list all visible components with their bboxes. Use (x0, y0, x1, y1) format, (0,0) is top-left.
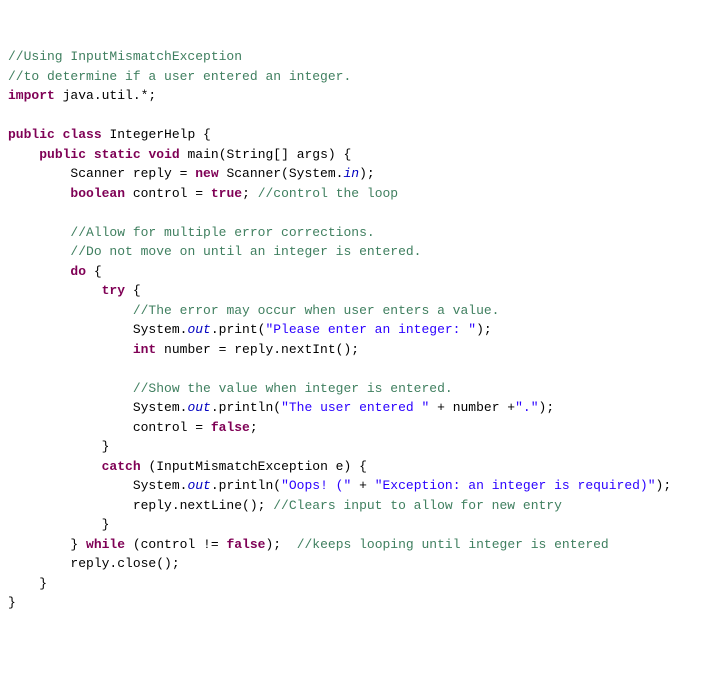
code-text: { (86, 264, 102, 279)
keyword-new: new (195, 166, 218, 181)
code-text: ); (656, 478, 672, 493)
code-text: .println( (211, 478, 281, 493)
code-text: ); (265, 537, 296, 552)
code-text: reply.close(); (8, 556, 180, 571)
keyword-true: true (211, 186, 242, 201)
code-text: number = reply.nextInt(); (156, 342, 359, 357)
keyword-catch: catch (102, 459, 141, 474)
static-field-out: out (187, 478, 210, 493)
code-text: + (351, 478, 374, 493)
code-text: control = (125, 186, 211, 201)
code-text: } (8, 537, 86, 552)
keyword-class: class (63, 127, 102, 142)
code-text: Scanner reply = (8, 166, 195, 181)
static-field-out: out (187, 400, 210, 415)
code-block: //Using InputMismatchException //to dete… (8, 47, 698, 613)
code-text: java.util.*; (55, 88, 156, 103)
keyword-public: public (8, 127, 55, 142)
comment-line: //Allow for multiple error corrections. (70, 225, 374, 240)
comment-line: //The error may occur when user enters a… (133, 303, 500, 318)
keyword-do: do (70, 264, 86, 279)
static-field-in: in (343, 166, 359, 181)
code-text: } (8, 576, 47, 591)
string-literal: "Please enter an integer: " (265, 322, 476, 337)
keyword-int: int (133, 342, 156, 357)
code-text: System. (8, 400, 187, 415)
keyword-false: false (211, 420, 250, 435)
code-text: (control != (125, 537, 226, 552)
string-literal: "Oops! (" (281, 478, 351, 493)
code-text: control = (8, 420, 211, 435)
code-text: { (125, 283, 141, 298)
code-text: ); (539, 400, 555, 415)
code-text: reply.nextLine(); (8, 498, 273, 513)
static-field-out: out (187, 322, 210, 337)
code-text: } (8, 517, 109, 532)
string-literal: "The user entered " (281, 400, 429, 415)
code-text: } (8, 439, 109, 454)
code-text: ; (242, 186, 258, 201)
keyword-void: void (148, 147, 179, 162)
code-text: (InputMismatchException e) { (141, 459, 367, 474)
comment-line: //Do not move on until an integer is ent… (70, 244, 421, 259)
code-text: .print( (211, 322, 266, 337)
keyword-import: import (8, 88, 55, 103)
code-text: .println( (211, 400, 281, 415)
string-literal: "Exception: an integer is required)" (375, 478, 656, 493)
code-text: IntegerHelp { (102, 127, 211, 142)
code-text: System. (8, 322, 187, 337)
keyword-static: static (94, 147, 141, 162)
code-text: Scanner(System. (219, 166, 344, 181)
code-text: } (8, 595, 16, 610)
string-literal: "." (515, 400, 538, 415)
keyword-false: false (226, 537, 265, 552)
code-text: System. (8, 478, 187, 493)
comment-line: //control the loop (258, 186, 398, 201)
code-text: ); (476, 322, 492, 337)
comment-line: //keeps looping until integer is entered (297, 537, 609, 552)
keyword-boolean: boolean (70, 186, 125, 201)
code-text: main(String[] args) { (180, 147, 352, 162)
code-text: ; (250, 420, 258, 435)
comment-line: //to determine if a user entered an inte… (8, 69, 351, 84)
keyword-while: while (86, 537, 125, 552)
comment-line: //Clears input to allow for new entry (273, 498, 562, 513)
keyword-try: try (102, 283, 125, 298)
code-text: ); (359, 166, 375, 181)
keyword-public: public (39, 147, 86, 162)
comment-line: //Show the value when integer is entered… (133, 381, 453, 396)
comment-line: //Using InputMismatchException (8, 49, 242, 64)
code-text: + number + (429, 400, 515, 415)
